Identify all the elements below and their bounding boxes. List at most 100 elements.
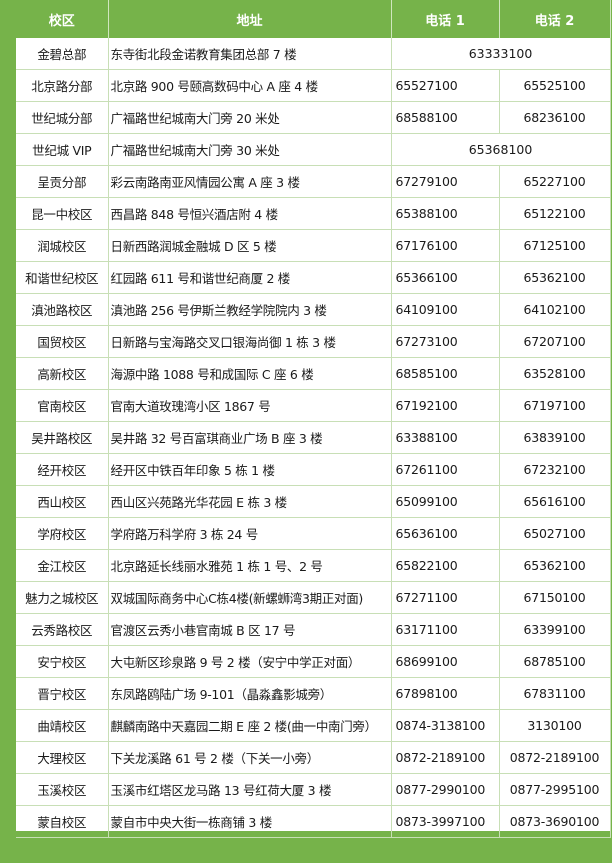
cell-phone1[interactable]: 68588100 bbox=[391, 101, 500, 134]
cell-address[interactable]: 双城国际商务中心C栋4楼(新螺蛳湾3期正对面) bbox=[108, 581, 392, 614]
cell-phone1[interactable]: 65636100 bbox=[391, 517, 500, 550]
cell-phone1[interactable]: 65366100 bbox=[391, 261, 500, 294]
cell-phone1[interactable]: 67271100 bbox=[391, 581, 500, 614]
cell-phone1[interactable]: 65099100 bbox=[391, 485, 500, 518]
cell-phone2[interactable]: 68785100 bbox=[499, 645, 611, 678]
cell-address[interactable]: 麒麟南路中天嘉园二期 E 座 2 楼(曲一中南门旁） bbox=[108, 709, 392, 742]
cell-phone2[interactable]: 67831100 bbox=[499, 677, 611, 710]
header-phone1[interactable]: 电话 1 bbox=[391, 0, 500, 38]
cell-campus[interactable]: 吴井路校区 bbox=[16, 421, 109, 454]
cell-address[interactable]: 彩云南路南亚风情园公寓 A 座 3 楼 bbox=[108, 165, 392, 198]
cell-address[interactable]: 东寺街北段金诺教育集团总部 7 楼 bbox=[108, 38, 392, 70]
cell-phone1[interactable]: 0877-2990100 bbox=[391, 773, 500, 806]
cell-phone1[interactable]: 65822100 bbox=[391, 549, 500, 582]
cell-phone1[interactable]: 63388100 bbox=[391, 421, 500, 454]
cell-phone2[interactable]: 65027100 bbox=[499, 517, 611, 550]
cell-phone1[interactable]: 67192100 bbox=[391, 389, 500, 422]
cell-campus[interactable]: 曲靖校区 bbox=[16, 709, 109, 742]
cell-address[interactable]: 红园路 611 号和谐世纪商厦 2 楼 bbox=[108, 261, 392, 294]
cell-campus[interactable]: 昆一中校区 bbox=[16, 197, 109, 230]
cell-phone2[interactable]: 65227100 bbox=[499, 165, 611, 198]
cell-phone2[interactable]: 63399100 bbox=[499, 613, 611, 646]
cell-phone2[interactable]: 0872-2189100 bbox=[499, 741, 611, 774]
cell-address[interactable]: 广福路世纪城南大门旁 30 米处 bbox=[108, 133, 392, 166]
cell-address[interactable]: 学府路万科学府 3 栋 24 号 bbox=[108, 517, 392, 550]
cell-address[interactable]: 东凤路鸥陆广场 9-101（晶淼鑫影城旁） bbox=[108, 677, 392, 710]
cell-phone2[interactable]: 65616100 bbox=[499, 485, 611, 518]
cell-campus[interactable]: 大理校区 bbox=[16, 741, 109, 774]
cell-phone2[interactable]: 65362100 bbox=[499, 261, 611, 294]
cell-campus[interactable]: 蒙自校区 bbox=[16, 805, 109, 838]
cell-address[interactable]: 吴井路 32 号百富琪商业广场 B 座 3 楼 bbox=[108, 421, 392, 454]
cell-campus[interactable]: 经开校区 bbox=[16, 453, 109, 486]
cell-campus[interactable]: 世纪城 VIP bbox=[16, 133, 109, 166]
cell-phone2[interactable]: 65362100 bbox=[499, 549, 611, 582]
cell-phone2[interactable]: 67197100 bbox=[499, 389, 611, 422]
header-campus[interactable]: 校区 bbox=[16, 0, 109, 38]
cell-address[interactable]: 蒙自市中央大街一栋商铺 3 楼 bbox=[108, 805, 392, 838]
cell-phone1[interactable]: 67261100 bbox=[391, 453, 500, 486]
cell-phone1[interactable]: 64109100 bbox=[391, 293, 500, 326]
cell-phone2[interactable]: 0877-2995100 bbox=[499, 773, 611, 806]
cell-phone1[interactable]: 67273100 bbox=[391, 325, 500, 358]
cell-address[interactable]: 下关龙溪路 61 号 2 楼（下关一小旁） bbox=[108, 741, 392, 774]
cell-address[interactable]: 海源中路 1088 号和成国际 C 座 6 楼 bbox=[108, 357, 392, 390]
cell-phone1[interactable]: 0872-2189100 bbox=[391, 741, 500, 774]
cell-phone1[interactable]: 68585100 bbox=[391, 357, 500, 390]
cell-campus[interactable]: 世纪城分部 bbox=[16, 101, 109, 134]
cell-phone1[interactable]: 67176100 bbox=[391, 229, 500, 262]
cell-phone2[interactable]: 65122100 bbox=[499, 197, 611, 230]
cell-campus[interactable]: 和谐世纪校区 bbox=[16, 261, 109, 294]
cell-phone2[interactable]: 64102100 bbox=[499, 293, 611, 326]
cell-campus[interactable]: 滇池路校区 bbox=[16, 293, 109, 326]
cell-campus[interactable]: 国贸校区 bbox=[16, 325, 109, 358]
cell-address[interactable]: 滇池路 256 号伊斯兰教经学院院内 3 楼 bbox=[108, 293, 392, 326]
cell-address[interactable]: 大屯新区珍泉路 9 号 2 楼（安宁中学正对面） bbox=[108, 645, 392, 678]
cell-address[interactable]: 西昌路 848 号恒兴酒店附 4 楼 bbox=[108, 197, 392, 230]
cell-phone1[interactable]: 65388100 bbox=[391, 197, 500, 230]
cell-campus[interactable]: 金江校区 bbox=[16, 549, 109, 582]
header-phone2[interactable]: 电话 2 bbox=[499, 0, 611, 38]
cell-address[interactable]: 官南大道玫瑰湾小区 1867 号 bbox=[108, 389, 392, 422]
cell-address[interactable]: 玉溪市红塔区龙马路 13 号红荷大厦 3 楼 bbox=[108, 773, 392, 806]
header-address[interactable]: 地址 bbox=[108, 0, 392, 38]
cell-phone1[interactable]: 0873-3997100 bbox=[391, 805, 500, 838]
cell-phone2[interactable]: 63528100 bbox=[499, 357, 611, 390]
cell-phone1[interactable]: 0874-3138100 bbox=[391, 709, 500, 742]
cell-phone2[interactable]: 67125100 bbox=[499, 229, 611, 262]
cell-phone-merged[interactable]: 65368100 bbox=[391, 133, 611, 166]
cell-address[interactable]: 北京路 900 号颐高数码中心 A 座 4 楼 bbox=[108, 69, 392, 102]
cell-campus[interactable]: 北京路分部 bbox=[16, 69, 109, 102]
cell-campus[interactable]: 玉溪校区 bbox=[16, 773, 109, 806]
cell-campus[interactable]: 金碧总部 bbox=[16, 38, 109, 70]
cell-campus[interactable]: 学府校区 bbox=[16, 517, 109, 550]
cell-phone1[interactable]: 65527100 bbox=[391, 69, 500, 102]
cell-campus[interactable]: 魅力之城校区 bbox=[16, 581, 109, 614]
cell-phone1[interactable]: 67279100 bbox=[391, 165, 500, 198]
cell-address[interactable]: 西山区兴苑路光华花园 E 栋 3 楼 bbox=[108, 485, 392, 518]
cell-campus[interactable]: 安宁校区 bbox=[16, 645, 109, 678]
cell-phone2[interactable]: 65525100 bbox=[499, 69, 611, 102]
cell-campus[interactable]: 西山校区 bbox=[16, 485, 109, 518]
cell-phone2[interactable]: 3130100 bbox=[499, 709, 611, 742]
cell-address[interactable]: 北京路延长线丽水雅苑 1 栋 1 号、2 号 bbox=[108, 549, 392, 582]
cell-phone-merged[interactable]: 63333100 bbox=[391, 38, 611, 70]
cell-phone2[interactable]: 67232100 bbox=[499, 453, 611, 486]
cell-phone1[interactable]: 63171100 bbox=[391, 613, 500, 646]
cell-phone1[interactable]: 67898100 bbox=[391, 677, 500, 710]
cell-campus[interactable]: 高新校区 bbox=[16, 357, 109, 390]
cell-phone2[interactable]: 68236100 bbox=[499, 101, 611, 134]
cell-phone2[interactable]: 63839100 bbox=[499, 421, 611, 454]
cell-address[interactable]: 日新路与宝海路交叉口银海尚御 1 栋 3 楼 bbox=[108, 325, 392, 358]
cell-campus[interactable]: 官南校区 bbox=[16, 389, 109, 422]
cell-address[interactable]: 经开区中铁百年印象 5 栋 1 楼 bbox=[108, 453, 392, 486]
cell-campus[interactable]: 晋宁校区 bbox=[16, 677, 109, 710]
cell-campus[interactable]: 润城校区 bbox=[16, 229, 109, 262]
cell-phone2[interactable]: 67150100 bbox=[499, 581, 611, 614]
cell-campus[interactable]: 呈贡分部 bbox=[16, 165, 109, 198]
cell-address[interactable]: 日新西路润城金融城 D 区 5 楼 bbox=[108, 229, 392, 262]
cell-phone1[interactable]: 68699100 bbox=[391, 645, 500, 678]
cell-phone2[interactable]: 67207100 bbox=[499, 325, 611, 358]
cell-campus[interactable]: 云秀路校区 bbox=[16, 613, 109, 646]
cell-address[interactable]: 官渡区云秀小巷官南城 B 区 17 号 bbox=[108, 613, 392, 646]
